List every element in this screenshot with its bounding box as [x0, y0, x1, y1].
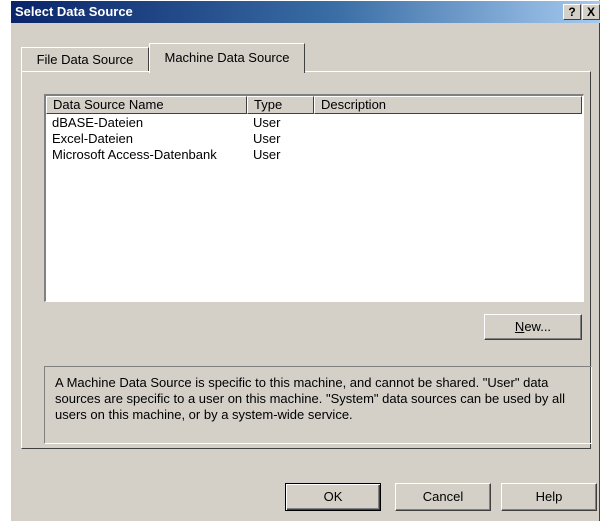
ok-button[interactable]: OK [285, 483, 381, 511]
window-title: Select Data Source [15, 4, 133, 19]
new-button-label: ew... [524, 319, 552, 334]
new-button[interactable]: New... [484, 314, 582, 340]
data-source-list[interactable]: Data Source Name Type Description dBASE-… [44, 94, 584, 302]
tab-machine-data-source[interactable]: Machine Data Source [149, 43, 305, 73]
data-source-name: dBASE-Dateien [52, 115, 144, 130]
info-text: A Machine Data Source is specific to thi… [44, 366, 592, 444]
data-source-name: Excel-Dateien [52, 131, 133, 146]
close-icon[interactable]: X [582, 4, 600, 20]
column-header-type[interactable]: Type [247, 96, 314, 114]
column-header-name[interactable]: Data Source Name [46, 96, 247, 114]
data-source-type: User [253, 147, 281, 162]
new-button-mnemonic: N [514, 319, 525, 334]
help-title-button[interactable]: ? [563, 4, 581, 20]
list-item[interactable]: Microsoft Access-Datenbank User [46, 147, 582, 163]
help-button[interactable]: Help [501, 483, 597, 511]
tab-file-data-source[interactable]: File Data Source [21, 47, 149, 71]
column-header-description[interactable]: Description [314, 96, 582, 114]
select-data-source-dialog: Select Data Source ? X File Data Source … [10, 0, 600, 521]
cancel-button[interactable]: Cancel [395, 483, 491, 511]
title-bar[interactable]: Select Data Source ? X [11, 1, 600, 23]
data-source-type: User [253, 131, 281, 146]
list-header: Data Source Name Type Description [46, 96, 582, 114]
machine-data-source-panel: Data Source Name Type Description dBASE-… [21, 71, 592, 449]
data-source-type: User [253, 115, 281, 130]
list-item[interactable]: dBASE-Dateien User [46, 115, 582, 131]
list-item[interactable]: Excel-Dateien User [46, 131, 582, 147]
data-source-name: Microsoft Access-Datenbank [52, 147, 217, 162]
